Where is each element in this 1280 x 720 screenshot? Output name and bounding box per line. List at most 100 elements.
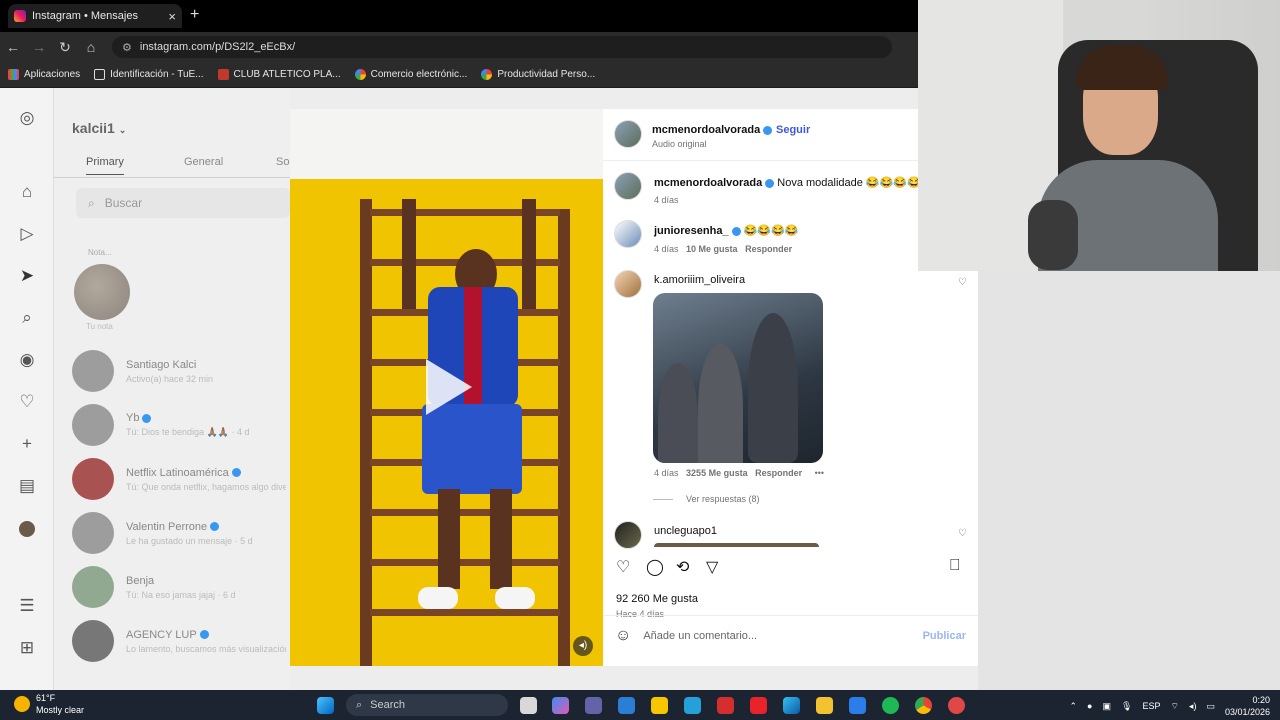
conversation-item[interactable]: Yb Tú: Dios te bendiga 🙏🏽🙏🏽 · 4 d bbox=[72, 402, 290, 448]
play-icon[interactable] bbox=[426, 359, 472, 415]
antivirus-icon[interactable] bbox=[717, 697, 734, 714]
tray-app-icon[interactable]: ● bbox=[1087, 701, 1092, 711]
comment-username[interactable]: k.amoriiim_oliveira bbox=[654, 274, 745, 286]
explore-nav-icon[interactable]: ◉ bbox=[17, 350, 37, 370]
edge-icon[interactable] bbox=[783, 697, 800, 714]
bookmark-item[interactable]: Productividad Perso... bbox=[481, 69, 595, 80]
spotify-icon[interactable] bbox=[882, 697, 899, 714]
tab-general[interactable]: General bbox=[184, 156, 223, 168]
bookmark-apps[interactable]: Aplicaciones bbox=[8, 69, 80, 80]
browser-tab-bar: Instagram • Mensajes × + bbox=[0, 0, 918, 32]
chrome-icon[interactable] bbox=[915, 697, 932, 714]
comment-username[interactable]: uncleguapo1 bbox=[654, 525, 717, 537]
view-replies-button[interactable]: Ver respuestas (8) bbox=[686, 494, 760, 504]
conversation-item[interactable]: Valentin Perrone Le ha gustado un mensaje… bbox=[72, 510, 290, 556]
close-tab-icon[interactable]: × bbox=[168, 9, 176, 24]
search-nav-icon[interactable]: ⌕ bbox=[17, 308, 37, 328]
share-icon[interactable]: ▽ bbox=[706, 557, 718, 577]
comment-avatar[interactable] bbox=[614, 270, 642, 298]
wifi-icon[interactable]: ⌔ bbox=[1170, 701, 1178, 712]
create-nav-icon[interactable]: + bbox=[17, 434, 37, 454]
app-icon[interactable] bbox=[684, 697, 701, 714]
mute-icon[interactable]: ◂) bbox=[573, 636, 593, 656]
comment-gif[interactable] bbox=[653, 293, 823, 463]
bookmark-item[interactable]: Identificación - TuE... bbox=[94, 69, 204, 80]
comment-icon[interactable]: ◯ bbox=[646, 557, 664, 577]
author-avatar[interactable] bbox=[614, 120, 642, 148]
taskbar-search[interactable]: ⌕ Search bbox=[346, 694, 508, 716]
likes-count[interactable]: 92 260 Me gusta bbox=[616, 593, 698, 605]
app-icon[interactable] bbox=[750, 697, 767, 714]
emoji-icon[interactable]: ☺ bbox=[615, 627, 631, 645]
menu-nav-icon[interactable]: ☰ bbox=[17, 596, 37, 616]
system-tray: ⌃ ● ▣ 🎙 ESP ⌔ ◂) ▭ 0:20 03/01/2026 bbox=[1070, 694, 1271, 718]
bookmark-item[interactable]: Comercio electrónic... bbox=[354, 69, 467, 80]
browser-toolbar: ← → ↻ ⌂ ⚙ instagram.com/p/DS2l2_eEcBx/ bbox=[0, 32, 918, 62]
tab-title: Instagram • Mensajes bbox=[32, 10, 138, 22]
bookmark-item[interactable]: CLUB ATLETICO PLA... bbox=[217, 69, 341, 80]
address-bar[interactable]: ⚙ instagram.com/p/DS2l2_eEcBx/ bbox=[112, 36, 892, 58]
dashboard-nav-icon[interactable]: ▤ bbox=[17, 476, 37, 496]
profile-avatar[interactable] bbox=[17, 518, 37, 538]
notifications-nav-icon[interactable]: ♡ bbox=[17, 392, 37, 412]
reels-nav-icon[interactable]: ▷ bbox=[17, 224, 37, 244]
weather-moon-icon bbox=[14, 696, 30, 712]
weather-widget[interactable]: 61°F Mostly clear bbox=[14, 692, 84, 716]
like-comment-icon[interactable]: ♡ bbox=[958, 277, 967, 288]
avatar bbox=[72, 512, 114, 554]
follow-button[interactable]: Seguir bbox=[776, 124, 810, 136]
file-explorer-icon[interactable] bbox=[816, 697, 833, 714]
browser-tab[interactable]: Instagram • Mensajes × bbox=[8, 4, 182, 28]
app-icon[interactable] bbox=[948, 697, 965, 714]
repost-icon[interactable]: ⟲ bbox=[676, 557, 689, 577]
conversation-item[interactable]: AGENCY LUP Lo lamento, buscamos más visua… bbox=[72, 618, 290, 664]
conversation-item[interactable]: Netflix Latinoamérica Tú: Que onda netfli… bbox=[72, 456, 290, 502]
person-shoe bbox=[418, 587, 458, 609]
more-options-icon[interactable]: ••• bbox=[815, 468, 824, 478]
reload-icon[interactable]: ↻ bbox=[52, 39, 78, 56]
clock[interactable]: 0:20 03/01/2026 bbox=[1225, 694, 1270, 718]
like-comment-icon[interactable]: ♡ bbox=[958, 528, 967, 539]
windows-start-icon[interactable] bbox=[317, 697, 334, 714]
comment-text: junioresenha_ 😂😂😂😂 bbox=[654, 225, 799, 237]
volume-icon[interactable]: ◂) bbox=[1189, 701, 1197, 712]
new-tab-icon[interactable]: + bbox=[190, 6, 199, 24]
account-switcher[interactable]: kalcii1 ⌄ bbox=[72, 120, 126, 136]
publish-button[interactable]: Publicar bbox=[923, 630, 966, 642]
like-icon[interactable]: ♡ bbox=[616, 557, 630, 577]
caption-avatar[interactable] bbox=[614, 172, 642, 200]
battery-icon[interactable]: ▭ bbox=[1206, 701, 1215, 712]
note-avatar[interactable] bbox=[74, 264, 130, 320]
comment-input[interactable]: Añade un comentario... bbox=[643, 630, 910, 642]
more-apps-nav-icon[interactable]: ⊞ bbox=[17, 638, 37, 658]
site-info-icon[interactable]: ⚙ bbox=[122, 41, 132, 54]
notes-icon[interactable] bbox=[651, 697, 668, 714]
search-input[interactable]: ⌕ Buscar bbox=[76, 188, 290, 218]
author-username[interactable]: mcmenordoalvorada bbox=[652, 124, 773, 136]
comment-meta: 4 días 3255 Me gusta Responder ••• bbox=[654, 468, 825, 478]
microphone-icon[interactable]: 🎙 bbox=[1121, 701, 1132, 712]
comment-avatar[interactable] bbox=[614, 220, 642, 248]
app-icon[interactable] bbox=[849, 697, 866, 714]
audio-label[interactable]: Audio original bbox=[652, 139, 707, 149]
save-icon[interactable]: ⎕ bbox=[950, 557, 960, 575]
store-icon[interactable] bbox=[618, 697, 635, 714]
home-nav-icon[interactable]: ⌂ bbox=[17, 182, 37, 202]
tray-app-icon[interactable]: ▣ bbox=[1102, 701, 1111, 712]
instagram-logo-icon[interactable]: ◎ bbox=[17, 108, 37, 128]
instagram-sidebar: ◎ ⌂ ▷ ➤ ⌕ ◉ ♡ + ▤ ☰ ⊞ bbox=[0, 88, 54, 690]
conversation-item[interactable]: Benja Tú: Na eso jamas jajaj · 6 d bbox=[72, 564, 290, 610]
copilot-icon[interactable] bbox=[552, 697, 569, 714]
forward-icon[interactable]: → bbox=[26, 39, 52, 55]
language-indicator[interactable]: ESP bbox=[1142, 701, 1160, 711]
messages-nav-icon[interactable]: ➤ bbox=[17, 266, 37, 286]
comment-avatar[interactable] bbox=[614, 521, 642, 549]
tab-primary[interactable]: Primary bbox=[86, 156, 124, 175]
teams-icon[interactable] bbox=[585, 697, 602, 714]
task-view-icon[interactable] bbox=[520, 697, 537, 714]
chevron-up-icon[interactable]: ⌃ bbox=[1070, 701, 1078, 712]
conversation-item[interactable]: Santiago Kalci Activo(a) hace 32 min bbox=[72, 348, 290, 394]
home-icon[interactable]: ⌂ bbox=[78, 39, 104, 55]
back-icon[interactable]: ← bbox=[0, 39, 26, 55]
reel-video[interactable]: ◂) bbox=[290, 109, 603, 666]
